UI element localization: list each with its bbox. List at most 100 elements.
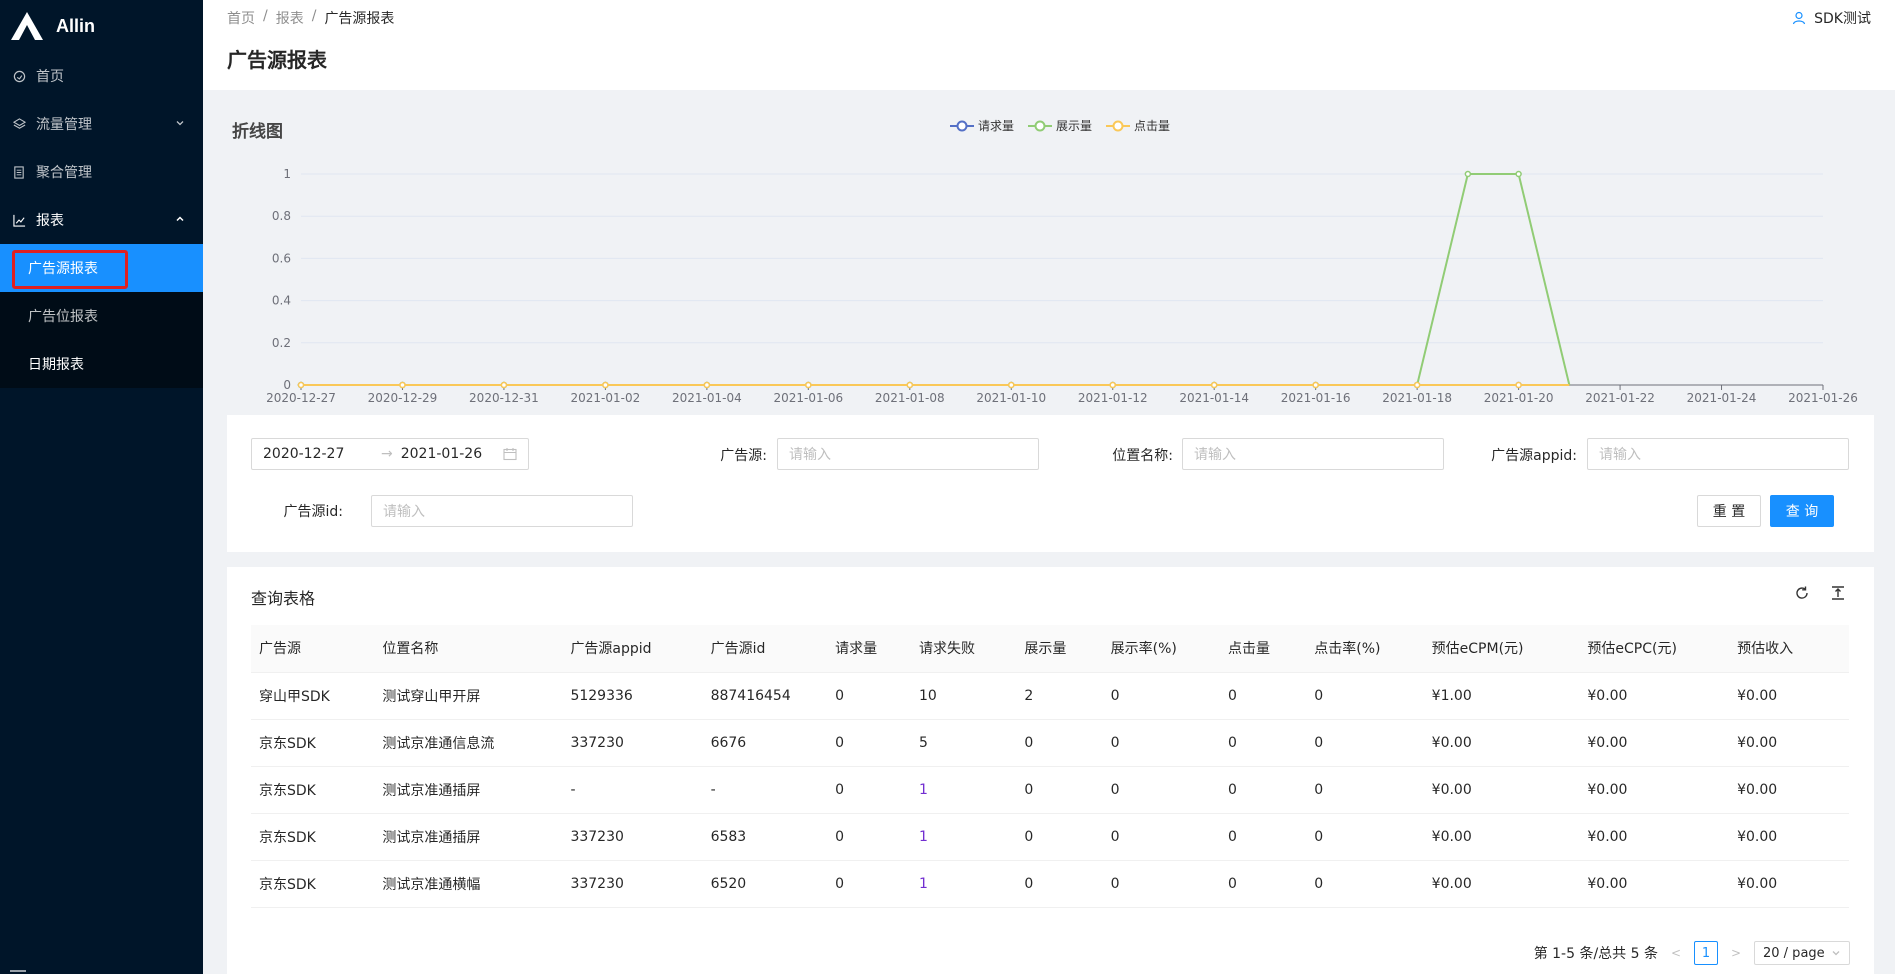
position-name-input[interactable]: 请输入 [1182, 438, 1444, 470]
sidebar-item-reports[interactable]: 报表 [0, 196, 203, 244]
column-header: 展示率(%) [1102, 625, 1221, 673]
sidebar-item-home[interactable]: 首页 [0, 52, 203, 100]
legend-item[interactable]: 展示量 [1028, 117, 1092, 134]
table-cell: 京东SDK [251, 860, 375, 908]
table-cell: 0 [1306, 719, 1424, 767]
data-point [805, 381, 812, 389]
legend-item[interactable]: 点击量 [1106, 117, 1170, 134]
user-menu[interactable]: SDK测试 [1792, 8, 1871, 28]
table-cell: 0 [1306, 860, 1424, 908]
app-name: Allin [56, 15, 95, 36]
source-input[interactable]: 请输入 [777, 438, 1039, 470]
reset-button[interactable]: 重 置 [1697, 495, 1761, 527]
table-cell: ¥0.00 [1579, 719, 1730, 767]
column-height-icon[interactable] [1830, 585, 1846, 601]
sidebar-item-traffic[interactable]: 流量管理 [0, 100, 203, 148]
x-tick-label: 2021-01-26 [1788, 391, 1858, 405]
x-tick-label: 2021-01-12 [1078, 391, 1148, 405]
table-row[interactable]: 京东SDK 测试京准通插屏 - -0 1 0 0 0 0 ¥0.00 ¥0.00 ¥0.00 [251, 766, 1849, 814]
table-cell: 0 [1220, 860, 1307, 908]
table-cell: ¥0.00 [1579, 813, 1730, 861]
table-cell: 0 [1220, 719, 1307, 767]
date-range-picker[interactable]: 2020-12-27 → 2021-01-26 [251, 438, 529, 470]
table-row[interactable]: 京东SDK 测试京准通信息流 337230 6676 0 5 0 0 0 0 ¥0.00 ¥0.00 ¥… [251, 719, 1849, 767]
sidebar-item-label: 日期报表 [28, 357, 84, 373]
table-cell: 1 [911, 766, 1017, 814]
logo[interactable]: Allin [0, 0, 203, 52]
chart-title: 折线图 [232, 122, 283, 142]
source-appid-input[interactable]: 请输入 [1587, 438, 1849, 470]
table-cell: 6583 [702, 813, 828, 861]
user-icon [1793, 11, 1806, 25]
table-cell: ¥0.00 [1729, 860, 1849, 908]
table-cell: 0 [1220, 813, 1307, 861]
prev-page-icon[interactable]: < [1666, 946, 1686, 960]
calendar-icon [503, 448, 517, 461]
sidebar-item-aggregation[interactable]: 聚合管理 [0, 148, 203, 196]
reports-submenu: 广告源报表 广告位报表 日期报表 [0, 244, 203, 388]
table-cell: 887416454 [702, 672, 828, 720]
source-id-label: 广告源id: [283, 504, 344, 520]
table-row[interactable]: 穿山甲SDK 测试穿山甲开屏 5129336 887416454 0 10 2 0 0 0 ¥1.0… [251, 672, 1849, 720]
search-form: 2020-12-27 → 2021-01-26 广告源: 请输入 位置名称: 请… [227, 415, 1874, 552]
legend-label: 请求量 [978, 119, 1015, 133]
sidebar-item-source-report[interactable]: 广告源报表 [0, 244, 203, 292]
column-header: 预估eCPC(元) [1579, 625, 1730, 673]
sidebar-item-label: 首页 [36, 69, 64, 85]
x-tick-label: 2021-01-02 [571, 391, 641, 405]
breadcrumb-home[interactable]: 首页 [227, 8, 255, 28]
table-cell: ¥0.00 [1729, 766, 1849, 814]
x-tick-label: 2020-12-29 [368, 391, 438, 405]
table-cell: 0 [827, 719, 911, 767]
collapse-handle[interactable] [10, 970, 26, 972]
table-title: 查询表格 [251, 589, 316, 608]
x-tick-label: 2021-01-14 [1179, 391, 1249, 405]
x-tick-label: 2020-12-27 [266, 391, 336, 405]
source-appid-label: 广告源appid: [1491, 448, 1577, 464]
x-tick-label: 2021-01-04 [672, 391, 742, 405]
y-tick-label: 0 [283, 378, 291, 392]
table-cell: 337230 [562, 860, 703, 908]
column-header: 广告源 [251, 625, 375, 673]
table-header-row: 广告源 位置名称 广告源appid 广告源id 请求量 请求失败 展示量 展示率(%) 点击量点… [251, 625, 1849, 673]
table-cell: 0 [1016, 860, 1103, 908]
data-point [1413, 381, 1421, 389]
table-cell: 0 [1306, 813, 1424, 861]
page-number[interactable]: 1 [1694, 941, 1718, 965]
sidebar-item-date-report[interactable]: 日期报表 [0, 340, 203, 388]
flow-icon [12, 117, 26, 131]
x-tick-label: 2021-01-22 [1585, 391, 1655, 405]
breadcrumb-separator: / [311, 8, 317, 24]
reload-icon[interactable] [1794, 585, 1810, 601]
column-header: 广告源appid [562, 625, 703, 673]
page-header: 首页 / 报表 / 广告源报表 广告源报表 SDK测试 [203, 0, 1895, 90]
table-cell: ¥0.00 [1423, 766, 1580, 814]
source-id-input[interactable]: 请输入 [371, 495, 633, 527]
data-point [906, 381, 914, 389]
sidebar-item-position-report[interactable]: 广告位报表 [0, 292, 203, 340]
sidebar-item-label: 广告源报表 [28, 261, 98, 277]
arrow-right-icon: → [381, 446, 393, 462]
table-cell: 337230 [562, 813, 703, 861]
table-cell: - [702, 766, 828, 814]
query-button[interactable]: 查 询 [1770, 495, 1834, 527]
x-tick-label: 2021-01-08 [875, 391, 945, 405]
breadcrumb: 首页 / 报表 / 广告源报表 [227, 8, 394, 28]
breadcrumb-reports[interactable]: 报表 [276, 8, 304, 28]
series-line [301, 173, 1571, 386]
table-cell: 0 [1220, 766, 1307, 814]
legend-item[interactable]: 请求量 [950, 117, 1014, 134]
page-size-value: 20 / page [1763, 945, 1825, 961]
legend-line-icon [1106, 120, 1131, 131]
next-page-icon[interactable]: > [1726, 946, 1746, 960]
breadcrumb-separator: / [263, 8, 268, 24]
table-cell: 0 [1220, 672, 1307, 720]
table-row[interactable]: 京东SDK 测试京准通横幅 337230 6520 0 1 0 0 0 0 ¥0.00 ¥0.00 ¥0… [251, 860, 1849, 908]
table-cell: 10 [911, 672, 1017, 720]
page-size-select[interactable]: 20 / page [1754, 941, 1850, 965]
table-cell: ¥0.00 [1729, 813, 1849, 861]
data-point [1210, 381, 1218, 389]
table-row[interactable]: 京东SDK 测试京准通插屏 337230 6583 0 1 0 0 0 0 ¥0.00 ¥0.00 ¥0… [251, 813, 1849, 861]
table-cell: 0 [827, 672, 911, 720]
chart-section: 0 0.2 0.4 0.6 0.8 1 2020-12-27 2020-12-29 2020-1… [227, 105, 1875, 415]
